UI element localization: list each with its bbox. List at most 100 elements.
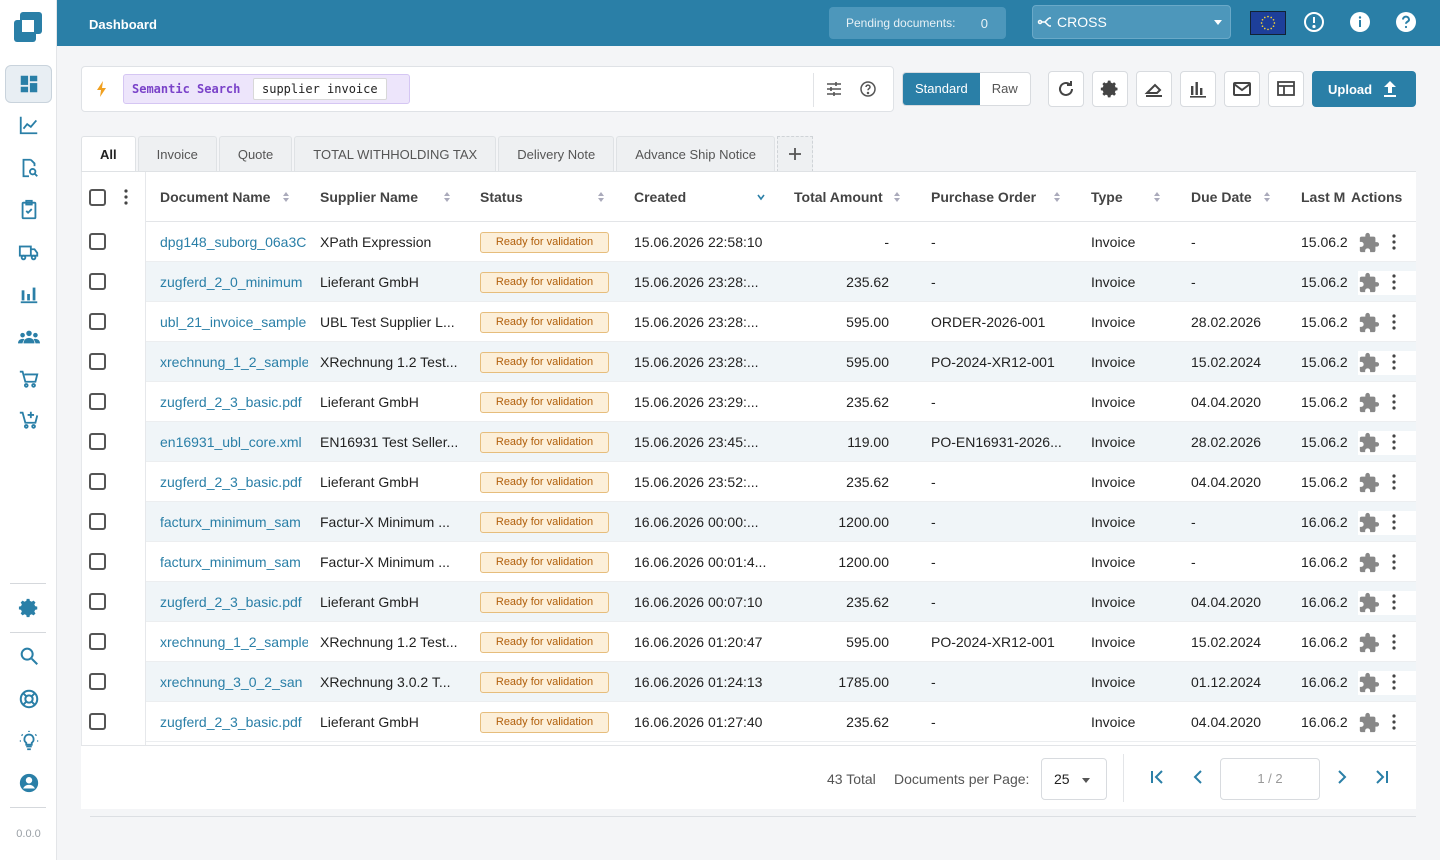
nav-document-search-icon[interactable] — [5, 149, 52, 187]
row-checkbox[interactable] — [89, 593, 106, 610]
table-row[interactable]: en16931_ubl_core.xml EN16931 Test Seller.… — [146, 422, 1416, 462]
row-menu-icon[interactable] — [1392, 274, 1396, 290]
nav-dashboard-icon[interactable] — [5, 65, 52, 103]
sort-descending-icon[interactable] — [757, 191, 765, 203]
statistics-button[interactable] — [1180, 71, 1216, 107]
table-row[interactable]: zugferd_2_3_basic.pdf Lieferant GmbH 16.06… — [146, 702, 1416, 742]
settings-button[interactable] — [1092, 71, 1128, 107]
row-checkbox[interactable] — [89, 553, 106, 570]
row-menu-icon[interactable] — [1392, 354, 1396, 370]
row-menu-icon[interactable] — [1392, 434, 1396, 450]
page-indicator[interactable]: 1 / 2 — [1220, 758, 1320, 800]
row-menu-icon[interactable] — [1392, 474, 1396, 490]
nav-analytics-icon[interactable] — [5, 106, 52, 144]
search-bar[interactable]: Semantic Search supplier invoice — [81, 66, 894, 112]
select-all-checkbox[interactable] — [89, 189, 106, 206]
tenant-select[interactable]: CROSS — [1032, 5, 1231, 39]
last-page-icon[interactable] — [1372, 767, 1392, 787]
row-checkbox[interactable] — [89, 393, 106, 410]
column-header-due-date[interactable]: Due Date — [1191, 189, 1252, 205]
add-tab-button[interactable] — [776, 136, 813, 172]
next-page-icon[interactable] — [1332, 767, 1352, 787]
per-page-select[interactable]: 25 — [1041, 758, 1107, 800]
column-header-status[interactable]: Status — [480, 189, 523, 205]
sort-icon[interactable] — [893, 191, 901, 203]
nav-cart-icon[interactable] — [5, 360, 52, 398]
semantic-search-chip[interactable]: Semantic Search supplier invoice — [123, 74, 410, 104]
tab-advance-ship-notice[interactable]: Advance Ship Notice — [616, 136, 775, 172]
sort-icon[interactable] — [597, 191, 605, 203]
puzzle-icon[interactable] — [1358, 552, 1380, 574]
previous-page-icon[interactable] — [1188, 767, 1208, 787]
row-checkbox[interactable] — [89, 353, 106, 370]
column-header-total-amount[interactable]: Total Amount — [794, 189, 883, 205]
nav-tasks-icon[interactable] — [5, 191, 52, 229]
column-header-created[interactable]: Created — [634, 189, 686, 205]
table-row[interactable]: facturx_minimum_sam Factur-X Minimum ... 1… — [146, 502, 1416, 542]
document-name-link[interactable]: xrechnung_1_2_sample — [160, 634, 308, 650]
puzzle-icon[interactable] — [1358, 392, 1380, 414]
puzzle-icon[interactable] — [1358, 632, 1380, 654]
tab-total-withholding-tax[interactable]: TOTAL WITHHOLDING TAX — [294, 136, 497, 172]
sort-icon[interactable] — [443, 191, 451, 203]
eu-flag-icon[interactable] — [1250, 11, 1286, 35]
puzzle-icon[interactable] — [1358, 272, 1380, 294]
tab-quote[interactable]: Quote — [218, 136, 293, 172]
sort-icon[interactable] — [1053, 191, 1061, 203]
row-checkbox[interactable] — [89, 313, 106, 330]
column-menu-icon[interactable] — [124, 189, 128, 205]
search-help-icon[interactable] — [859, 80, 877, 98]
nav-search-icon[interactable] — [5, 637, 52, 675]
row-checkbox[interactable] — [89, 433, 106, 450]
document-name-link[interactable]: zugferd_2_3_basic.pdf — [160, 594, 308, 610]
puzzle-icon[interactable] — [1358, 232, 1380, 254]
document-name-link[interactable]: zugferd_2_0_minimum — [160, 274, 308, 290]
columns-button[interactable] — [1268, 71, 1304, 107]
column-header-purchase-order[interactable]: Purchase Order — [931, 189, 1036, 205]
puzzle-icon[interactable] — [1358, 432, 1380, 454]
nav-delivery-icon[interactable] — [5, 233, 52, 271]
filter-sliders-icon[interactable] — [825, 80, 843, 98]
puzzle-icon[interactable] — [1358, 312, 1380, 334]
table-row[interactable]: xrechnung_1_2_sample XRechnung 1.2 Test..… — [146, 342, 1416, 382]
row-menu-icon[interactable] — [1392, 554, 1396, 570]
document-name-link[interactable]: zugferd_2_3_basic.pdf — [160, 474, 308, 490]
row-checkbox[interactable] — [89, 513, 106, 530]
document-name-link[interactable]: ubl_21_invoice_sample — [160, 314, 308, 330]
document-name-link[interactable]: facturx_minimum_sam — [160, 514, 308, 530]
row-menu-icon[interactable] — [1392, 314, 1396, 330]
nav-ideas-icon[interactable] — [5, 722, 52, 760]
table-row[interactable]: zugferd_2_3_basic.pdf Lieferant GmbH 16.06… — [146, 582, 1416, 622]
row-menu-icon[interactable] — [1392, 234, 1396, 250]
column-header-last-modified[interactable]: Last M — [1301, 189, 1345, 205]
puzzle-icon[interactable] — [1358, 352, 1380, 374]
upload-button[interactable]: Upload — [1312, 71, 1416, 107]
table-row[interactable]: zugferd_2_3_basic.pdf Lieferant GmbH 15.06… — [146, 382, 1416, 422]
document-name-link[interactable]: en16931_ubl_core.xml — [160, 434, 308, 450]
app-logo[interactable] — [12, 10, 44, 42]
document-name-link[interactable]: facturx_minimum_sam — [160, 554, 308, 570]
table-row[interactable]: zugferd_2_0_minimum Lieferant GmbH 15.06.2… — [146, 262, 1416, 302]
document-name-link[interactable]: zugferd_2_3_basic.pdf — [160, 714, 308, 730]
view-raw-button[interactable]: Raw — [980, 73, 1030, 105]
row-checkbox[interactable] — [89, 273, 106, 290]
puzzle-icon[interactable] — [1358, 672, 1380, 694]
row-checkbox[interactable] — [89, 473, 106, 490]
help-icon[interactable] — [1395, 11, 1417, 33]
sort-icon[interactable] — [1153, 191, 1161, 203]
row-checkbox[interactable] — [89, 673, 106, 690]
first-page-icon[interactable] — [1147, 767, 1167, 787]
nav-suppliers-icon[interactable] — [5, 318, 52, 356]
row-menu-icon[interactable] — [1392, 594, 1396, 610]
table-row[interactable]: xrechnung_1_2_sample XRechnung 1.2 Test..… — [146, 622, 1416, 662]
document-name-link[interactable]: zugferd_2_3_basic.pdf — [160, 394, 308, 410]
search-query[interactable]: supplier invoice — [253, 78, 387, 100]
table-row[interactable]: ubl_21_invoice_sample UBL Test Supplier L… — [146, 302, 1416, 342]
row-checkbox[interactable] — [89, 713, 106, 730]
row-menu-icon[interactable] — [1392, 514, 1396, 530]
row-menu-icon[interactable] — [1392, 634, 1396, 650]
table-row[interactable]: zugferd_2_3_basic.pdf Lieferant GmbH 15.06… — [146, 462, 1416, 502]
tab-all[interactable]: All — [81, 136, 136, 172]
document-name-link[interactable]: dpg148_suborg_06a3C — [160, 234, 308, 250]
row-checkbox[interactable] — [89, 233, 106, 250]
